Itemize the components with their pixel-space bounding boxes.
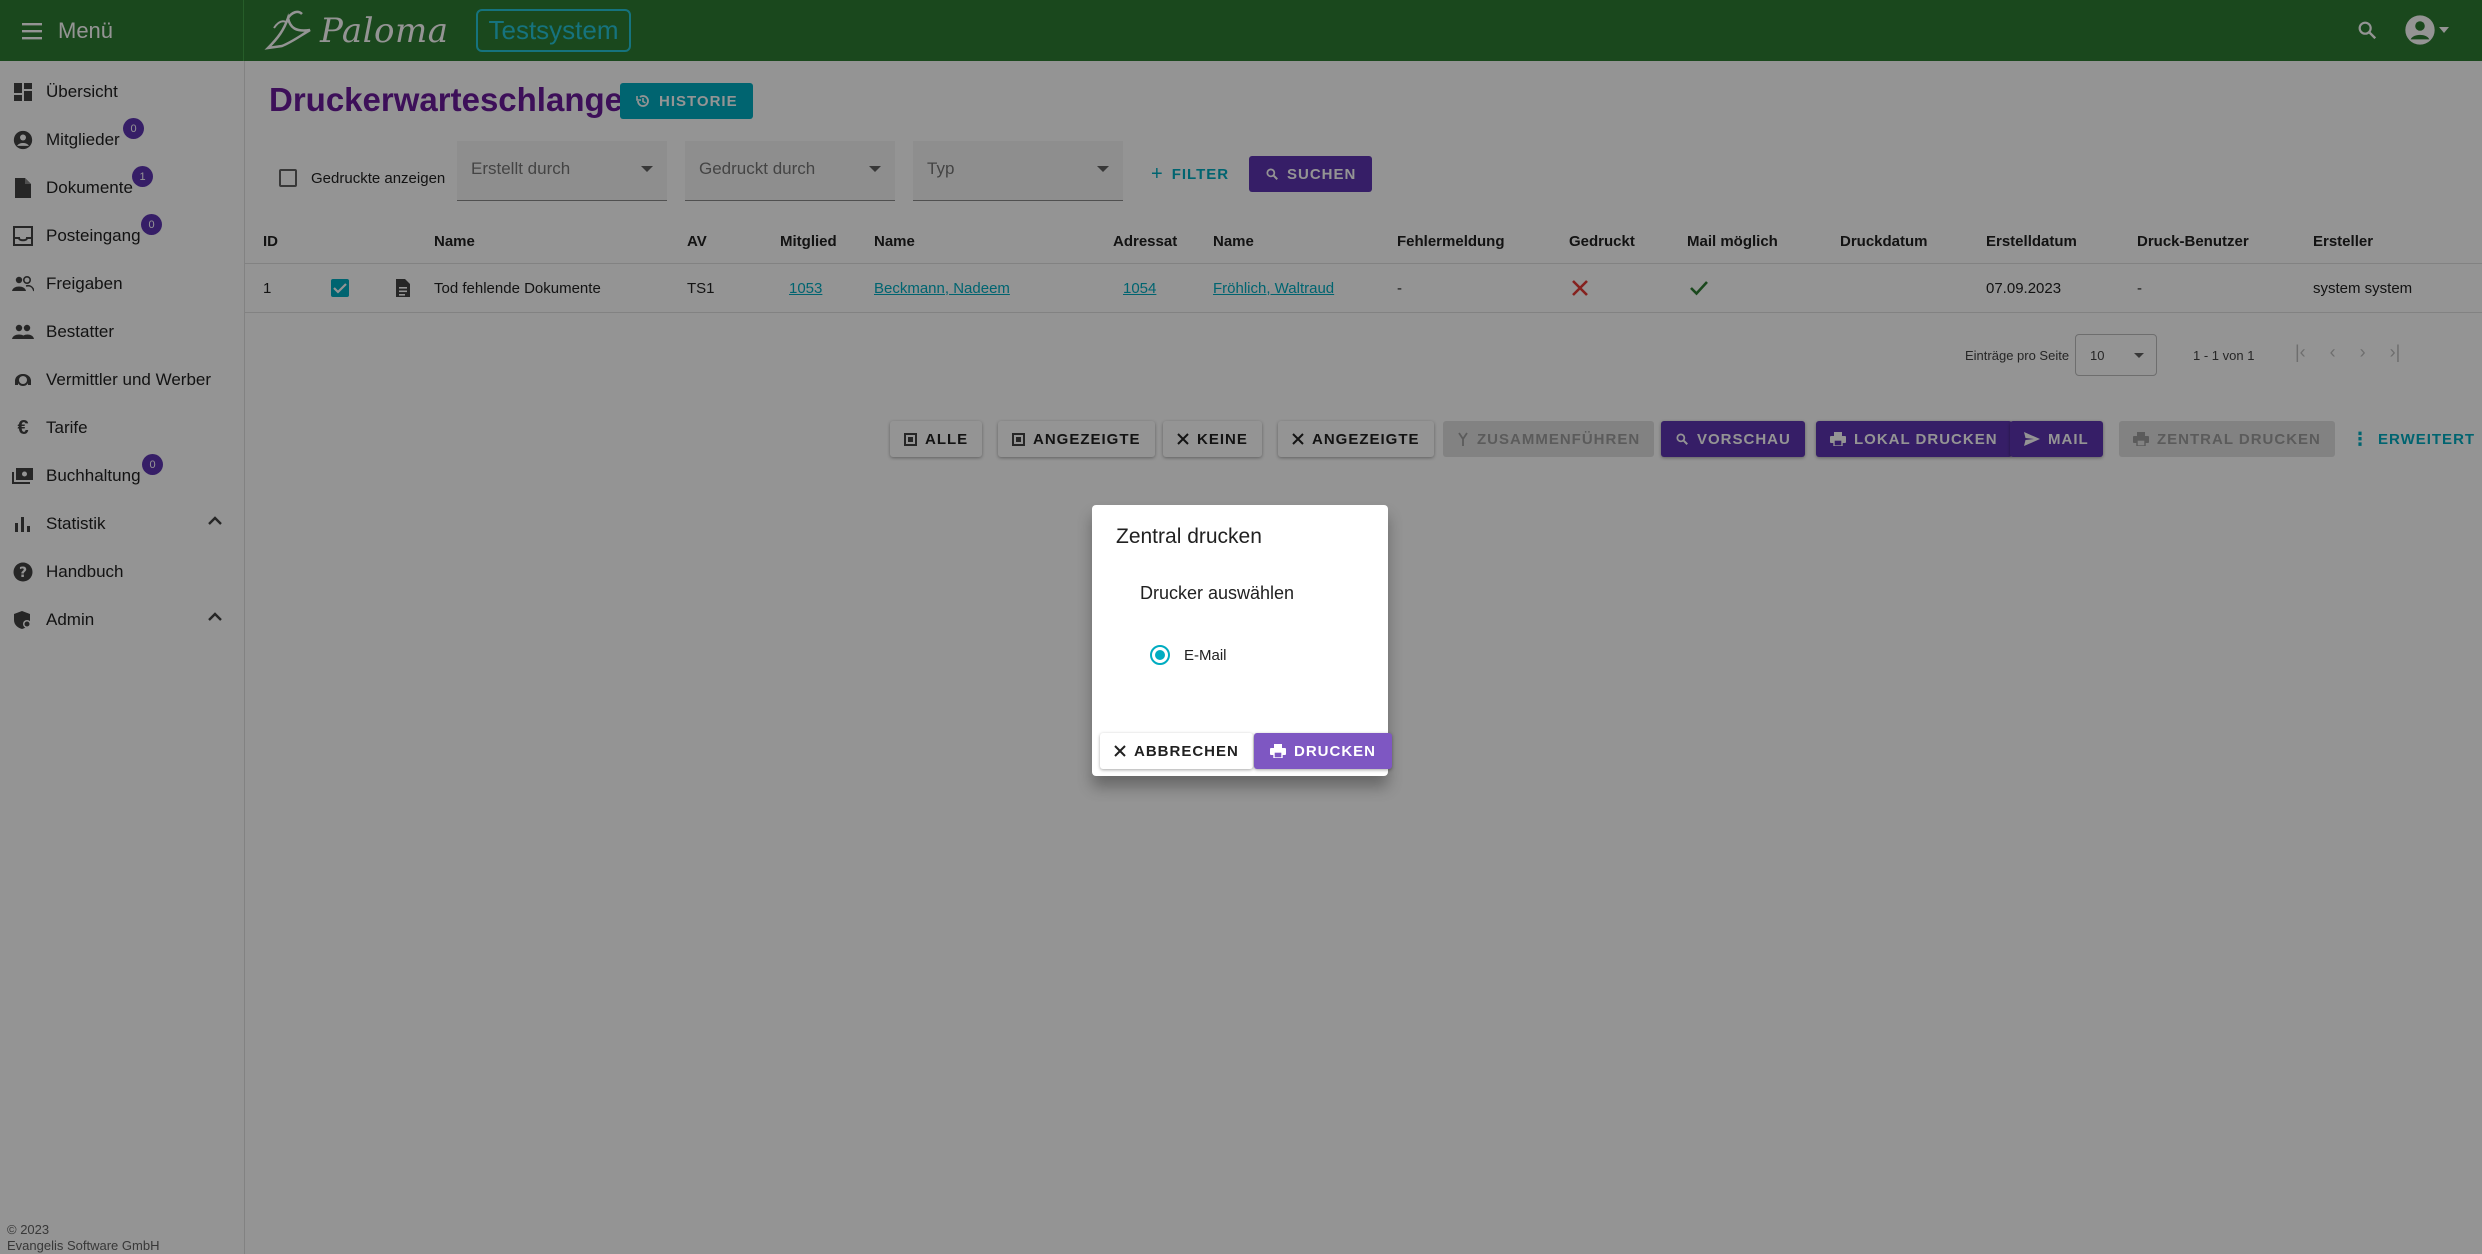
cancel-button[interactable]: ABBRECHEN: [1100, 733, 1253, 769]
print-label: DRUCKEN: [1294, 742, 1376, 760]
cancel-label: ABBRECHEN: [1134, 742, 1239, 760]
radio-button[interactable]: [1150, 645, 1170, 665]
radio-dot: [1155, 650, 1165, 660]
dialog-title: Zentral drucken: [1116, 525, 1262, 548]
printer-option-label: E-Mail: [1184, 646, 1227, 664]
print-button[interactable]: DRUCKEN: [1254, 733, 1392, 769]
close-icon: [1114, 745, 1126, 757]
print-icon: [1270, 744, 1286, 758]
central-print-dialog: Zentral drucken Drucker auswählen E-Mail…: [1092, 505, 1392, 776]
dialog-subtitle: Drucker auswählen: [1140, 583, 1295, 603]
printer-option-email[interactable]: E-Mail: [1150, 645, 1227, 665]
